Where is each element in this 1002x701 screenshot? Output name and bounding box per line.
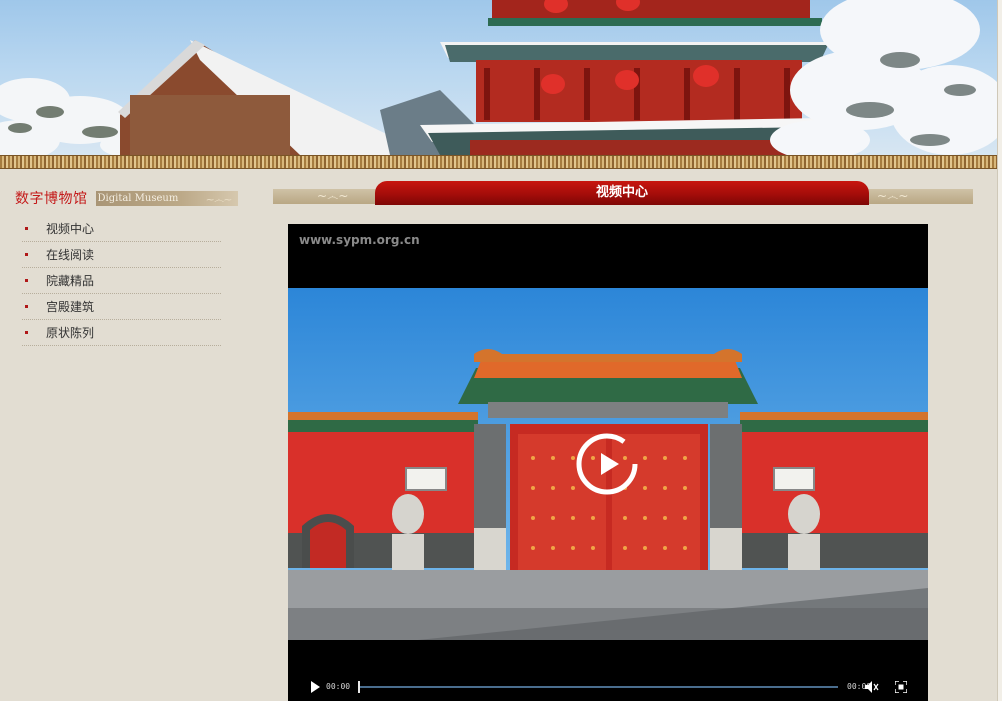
- fret-pattern-divider: [0, 155, 997, 169]
- sidebar-subtitle: Digital Museum: [97, 192, 179, 204]
- progress-bar[interactable]: [360, 686, 838, 688]
- play-icon[interactable]: [575, 432, 639, 496]
- sidebar-item-collection[interactable]: 院藏精品: [22, 269, 221, 294]
- play-icon[interactable]: [310, 681, 320, 693]
- sidebar-item-original-display[interactable]: 原状陈列: [22, 321, 221, 346]
- section-header: ~෴~ 视频中心 ~෴~: [273, 181, 973, 205]
- cloud-ornament-icon: ~෴~: [205, 192, 233, 206]
- sidebar-item-online-reading[interactable]: 在线阅读: [22, 243, 221, 268]
- bullet-icon: [25, 305, 28, 308]
- video-player[interactable]: www.sypm.org.cn 00:00 00:00: [288, 224, 928, 701]
- bullet-icon: [25, 227, 28, 230]
- sidebar-item-label: 视频中心: [46, 222, 95, 236]
- current-time: 00:00: [326, 682, 351, 691]
- sidebar-item-label: 宫殿建筑: [46, 300, 95, 314]
- sidebar-menu: 视频中心 在线阅读 院藏精品 宫殿建筑 原状陈列: [22, 217, 221, 347]
- sidebar-item-label: 原状陈列: [46, 326, 95, 340]
- sidebar-item-label: 院藏精品: [46, 274, 95, 288]
- volume-icon[interactable]: [865, 681, 879, 693]
- sidebar-header: 数字博物馆 Digital Museum ~෴~: [15, 188, 238, 208]
- palace-snow-scene: [0, 0, 997, 155]
- video-controls: 00:00 00:00: [302, 678, 914, 696]
- sidebar-subtitle-banner: Digital Museum ~෴~: [95, 190, 238, 206]
- video-watermark: www.sypm.org.cn: [299, 233, 420, 247]
- sidebar-item-video-center[interactable]: 视频中心: [22, 217, 221, 242]
- cloud-ornament-icon: ~෴~: [877, 189, 909, 203]
- page-edge: [997, 0, 1002, 701]
- sidebar-title: 数字博物馆: [15, 191, 88, 207]
- section-title: 视频中心: [595, 185, 648, 200]
- sidebar-item-palace-architecture[interactable]: 宫殿建筑: [22, 295, 221, 320]
- bullet-icon: [25, 279, 28, 282]
- header-banner: [0, 0, 997, 155]
- bullet-icon: [25, 253, 28, 256]
- cloud-ornament-icon: ~෴~: [317, 189, 349, 203]
- sidebar-item-label: 在线阅读: [46, 248, 95, 262]
- bullet-icon: [25, 331, 28, 334]
- fullscreen-icon[interactable]: [895, 681, 907, 693]
